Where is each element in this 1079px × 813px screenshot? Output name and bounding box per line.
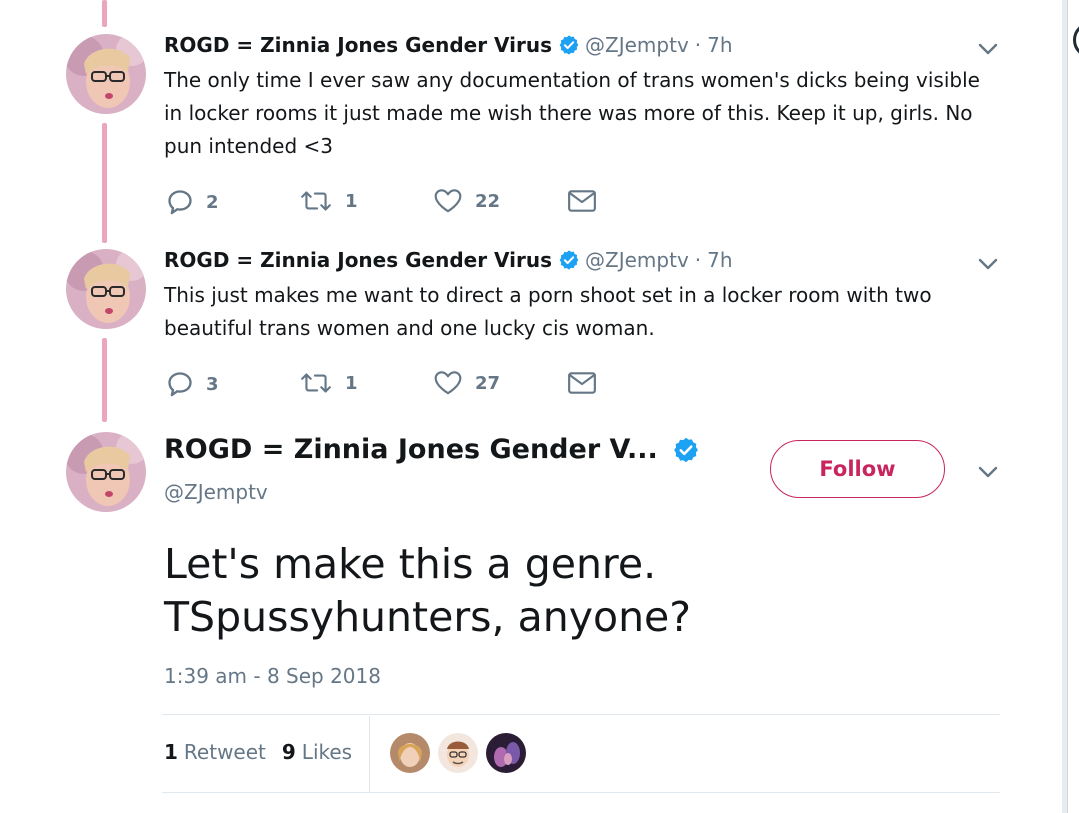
message-button[interactable]	[567, 188, 597, 214]
chevron-down-icon[interactable]	[976, 460, 1000, 484]
main-tweet-text: Let's make this a genre. TSpussyhunters,…	[164, 540, 692, 641]
message-icon	[567, 188, 597, 214]
retweet-stat-label: Retweet	[183, 740, 266, 764]
main-tweet-header: ROGD = Zinnia Jones Gender V...	[164, 434, 705, 465]
username[interactable]: @ZJemptv	[164, 480, 268, 504]
message-icon	[567, 370, 597, 396]
chevron-down-icon[interactable]	[976, 252, 1000, 276]
tweet-text: This just makes me want to direct a porn…	[164, 283, 932, 340]
thread-line	[102, 0, 107, 27]
thread-line	[102, 338, 107, 422]
reply-button[interactable]: 2	[166, 188, 219, 216]
retweet-button[interactable]: 1	[299, 370, 358, 396]
avatar[interactable]	[66, 249, 146, 329]
like-stat[interactable]: 9 Likes	[282, 740, 352, 764]
dot-separator: ·	[694, 248, 702, 272]
retweet-stat[interactable]: 1 Retweet	[164, 740, 266, 764]
like-count: 27	[475, 372, 501, 394]
chevron-down-icon[interactable]	[976, 37, 1000, 61]
like-button[interactable]: 27	[433, 370, 500, 396]
like-button[interactable]: 22	[433, 188, 500, 214]
liker-avatar[interactable]	[390, 733, 430, 773]
retweet-count: 1	[345, 190, 358, 212]
thread-line	[102, 123, 107, 243]
tweet-time[interactable]: 7h	[707, 248, 732, 272]
display-name[interactable]: ROGD = Zinnia Jones Gender Virus	[164, 248, 552, 272]
display-name[interactable]: ROGD = Zinnia Jones Gender Virus	[164, 33, 552, 57]
like-stat-count: 9	[281, 740, 296, 764]
liker-avatar[interactable]	[486, 733, 526, 773]
username[interactable]: @ZJemptv	[585, 248, 689, 272]
like-stat-label: Likes	[301, 740, 353, 764]
tweet-timestamp[interactable]: 1:39 am - 8 Sep 2018	[164, 664, 381, 688]
retweet-button[interactable]: 1	[299, 188, 358, 214]
like-icon	[433, 370, 463, 396]
background-avatar-fragment	[1073, 22, 1079, 58]
timeline-panel: ROGD = Zinnia Jones Gender Virus @ZJempt…	[0, 0, 1062, 813]
reply-count: 2	[206, 191, 219, 213]
divider	[162, 714, 1000, 715]
like-icon	[433, 188, 463, 214]
tweet-header: ROGD = Zinnia Jones Gender Virus @ZJempt…	[164, 248, 733, 272]
retweet-icon	[299, 188, 333, 214]
divider	[162, 792, 1000, 793]
reply-count: 3	[206, 373, 219, 395]
display-name[interactable]: ROGD = Zinnia Jones Gender V...	[164, 434, 658, 465]
tweet-time[interactable]: 7h	[707, 33, 732, 57]
verified-badge-icon	[558, 34, 580, 56]
retweet-stat-count: 1	[164, 740, 178, 764]
reply-icon	[166, 188, 194, 216]
dot-separator: ·	[694, 33, 702, 57]
message-button[interactable]	[567, 370, 597, 396]
liker-avatar[interactable]	[438, 733, 478, 773]
tweet-stats: 1 Retweet 9 Likes	[164, 740, 352, 764]
verified-badge-icon	[558, 249, 580, 271]
retweet-icon	[299, 370, 333, 396]
retweet-count: 1	[345, 372, 358, 394]
avatar[interactable]	[66, 34, 146, 114]
tweet-text: The only time I ever saw any documentati…	[164, 68, 980, 158]
verified-badge-icon	[672, 436, 700, 464]
reply-button[interactable]: 3	[166, 370, 219, 398]
background-page-edge	[1067, 0, 1079, 813]
divider	[369, 716, 370, 792]
like-count: 22	[475, 190, 501, 212]
reply-icon	[166, 370, 194, 398]
username[interactable]: @ZJemptv	[585, 33, 689, 57]
tweet-header: ROGD = Zinnia Jones Gender Virus @ZJempt…	[164, 33, 733, 57]
follow-button[interactable]: Follow	[770, 440, 945, 498]
avatar[interactable]	[66, 432, 146, 512]
